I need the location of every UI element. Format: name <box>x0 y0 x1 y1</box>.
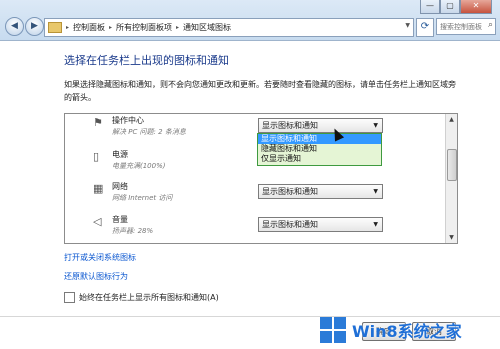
maximize-button[interactable]: ▢ <box>440 0 460 14</box>
search-icon[interactable]: ⌕ <box>488 20 493 30</box>
minimize-button[interactable]: — <box>420 0 440 14</box>
power-icon: ▯ <box>93 150 100 163</box>
checkbox-box[interactable] <box>64 292 75 303</box>
volume-icon: ◁ <box>93 215 102 228</box>
list-item: ▦ 网络 网络 Internet 访问 显示图标和通知 ▼ <box>65 180 445 208</box>
scroll-down-icon[interactable]: ▼ <box>446 232 457 243</box>
icon-status: 扬声器: 28% <box>112 227 154 235</box>
scroll-thumb[interactable] <box>447 149 457 181</box>
behavior-value: 显示图标和通知 <box>262 121 318 130</box>
breadcrumb-separator: ▸ <box>176 24 180 31</box>
behavior-dropdown-menu: 显示图标和通知 隐藏图标和通知 仅显示通知 <box>257 133 382 166</box>
icon-name: 操作中心 <box>112 116 144 125</box>
checkbox-label: 始终在任务栏上显示所有图标和通知(A) <box>79 293 219 302</box>
icon-status: 电量充满(100%) <box>112 162 166 170</box>
window-chrome: — ▢ ✕ ◀ ▶ ▸ 控制面板 ▸ 所有控制面板项 ▸ 通知区域图标 ▼ ⟳ … <box>0 0 500 41</box>
watermark-text: Win8系统之家 <box>352 321 462 341</box>
chevron-down-icon[interactable]: ▼ <box>405 22 410 29</box>
scroll-up-icon[interactable]: ▲ <box>446 114 457 125</box>
dropdown-option[interactable]: 显示图标和通知 <box>258 134 381 144</box>
behavior-select[interactable]: 显示图标和通知 ▼ <box>258 118 383 133</box>
folder-icon <box>48 22 62 33</box>
refresh-icon[interactable]: ⟳ <box>416 18 434 37</box>
close-button[interactable]: ✕ <box>460 0 492 14</box>
behavior-select[interactable]: 显示图标和通知 ▼ <box>258 217 383 232</box>
breadcrumb-item[interactable]: 控制面板 <box>73 22 105 33</box>
breadcrumb-separator: ▸ <box>109 24 113 31</box>
network-icon: ▦ <box>93 182 104 195</box>
vertical-scrollbar[interactable]: ▲ ▼ <box>445 114 457 243</box>
breadcrumb-separator: ▸ <box>66 24 70 31</box>
behavior-value: 显示图标和通知 <box>262 220 318 229</box>
watermark: Win8系统之家 <box>320 310 500 349</box>
icon-status: 解决 PC 问题: 2 条消息 <box>112 128 186 136</box>
chevron-down-icon: ▼ <box>373 122 378 129</box>
chevron-down-icon: ▼ <box>373 221 378 228</box>
dropdown-option[interactable]: 仅显示通知 <box>258 154 381 164</box>
window-controls: — ▢ ✕ <box>420 0 492 14</box>
breadcrumb-item[interactable]: 通知区域图标 <box>183 22 231 33</box>
breadcrumb-item[interactable]: 所有控制面板项 <box>116 22 172 33</box>
list-item: ◁ 音量 扬声器: 28% 显示图标和通知 ▼ <box>65 213 445 241</box>
page-description: 如果选择隐藏图标和通知，则不会向您通知更改和更新。若要随时查看隐藏的图标，请单击… <box>64 80 456 102</box>
search-box[interactable]: ⌕ <box>436 18 496 35</box>
list-item: ▯ 电源 电量充满(100%) <box>65 148 445 176</box>
dropdown-option[interactable]: 隐藏图标和通知 <box>258 144 381 154</box>
windows-logo-icon <box>320 316 346 343</box>
system-icons-link[interactable]: 打开或关闭系统图标 <box>64 252 136 263</box>
back-button[interactable]: ◀ <box>5 17 24 36</box>
chevron-down-icon: ▼ <box>373 188 378 195</box>
page-title: 选择在任务栏上出现的图标和通知 <box>64 54 229 67</box>
behavior-select[interactable]: 显示图标和通知 ▼ <box>258 184 383 199</box>
behavior-value: 显示图标和通知 <box>262 187 318 196</box>
address-bar[interactable]: ▸ 控制面板 ▸ 所有控制面板项 ▸ 通知区域图标 ▼ <box>44 18 414 37</box>
icon-name: 音量 <box>112 215 128 224</box>
search-input[interactable] <box>437 19 484 34</box>
flag-icon: ⚑ <box>93 116 103 129</box>
restore-defaults-link[interactable]: 还原默认图标行为 <box>64 271 128 282</box>
icon-status: 网络 Internet 访问 <box>112 194 173 202</box>
icon-name: 网络 <box>112 182 128 191</box>
list-item: ⚑ 操作中心 解决 PC 问题: 2 条消息 显示图标和通知 ▼ <box>65 114 445 142</box>
always-show-checkbox[interactable]: 始终在任务栏上显示所有图标和通知(A) <box>64 292 219 303</box>
icon-name: 电源 <box>112 150 128 159</box>
forward-button[interactable]: ▶ <box>25 17 44 36</box>
